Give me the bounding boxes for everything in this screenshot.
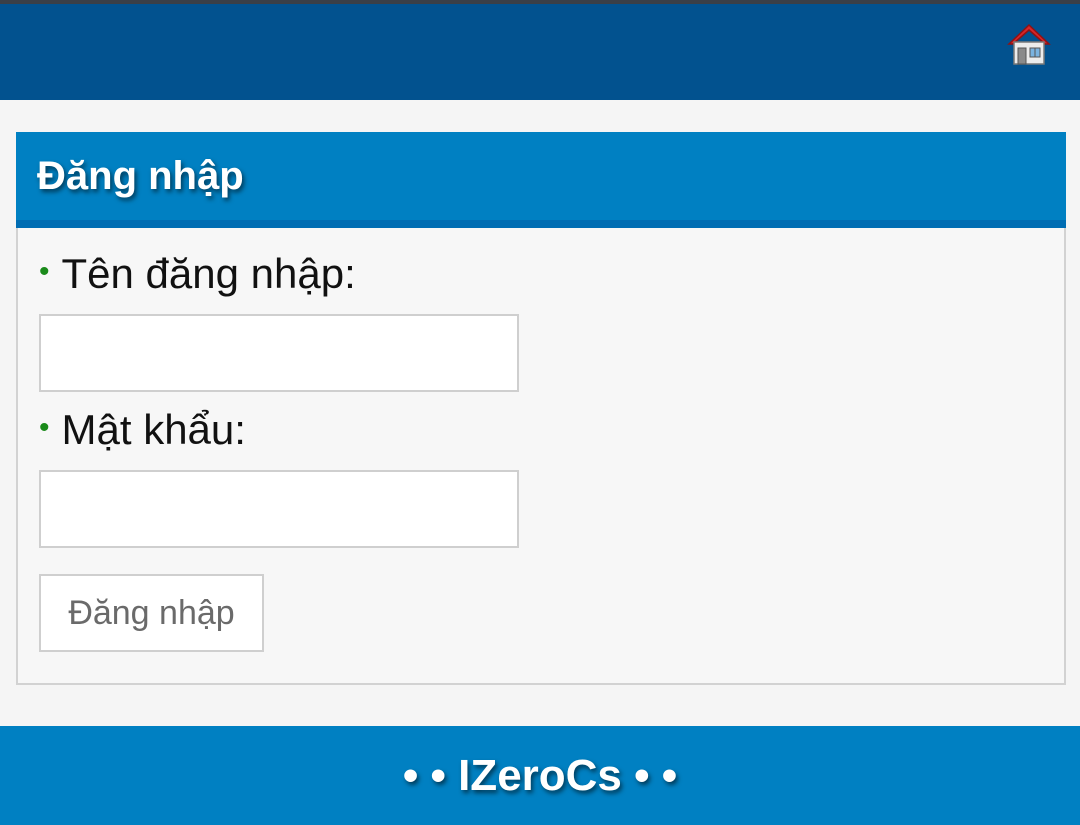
- home-button[interactable]: [1006, 22, 1052, 68]
- password-input[interactable]: [39, 470, 519, 548]
- home-icon: [1007, 23, 1051, 65]
- login-form: • Tên đăng nhập: • Mật khẩu: Đăng nhập: [16, 228, 1066, 685]
- login-panel: Đăng nhập • Tên đăng nhập: • Mật khẩu: Đ…: [16, 132, 1066, 685]
- username-input[interactable]: [39, 314, 519, 392]
- username-label: • Tên đăng nhập:: [39, 250, 356, 298]
- username-label-text: Tên đăng nhập:: [61, 250, 356, 297]
- bullet-icon: •: [39, 255, 50, 288]
- bullet-icon: •: [39, 411, 50, 444]
- password-label: • Mật khẩu:: [39, 406, 246, 454]
- login-panel-title: Đăng nhập: [16, 132, 1066, 228]
- password-label-text: Mật khẩu:: [61, 406, 246, 453]
- footer-bar: • • IZeroCs • •: [0, 726, 1080, 825]
- login-submit-button[interactable]: Đăng nhập: [39, 574, 264, 652]
- top-header-bar: [0, 4, 1080, 100]
- footer-text: • • IZeroCs • •: [402, 750, 678, 800]
